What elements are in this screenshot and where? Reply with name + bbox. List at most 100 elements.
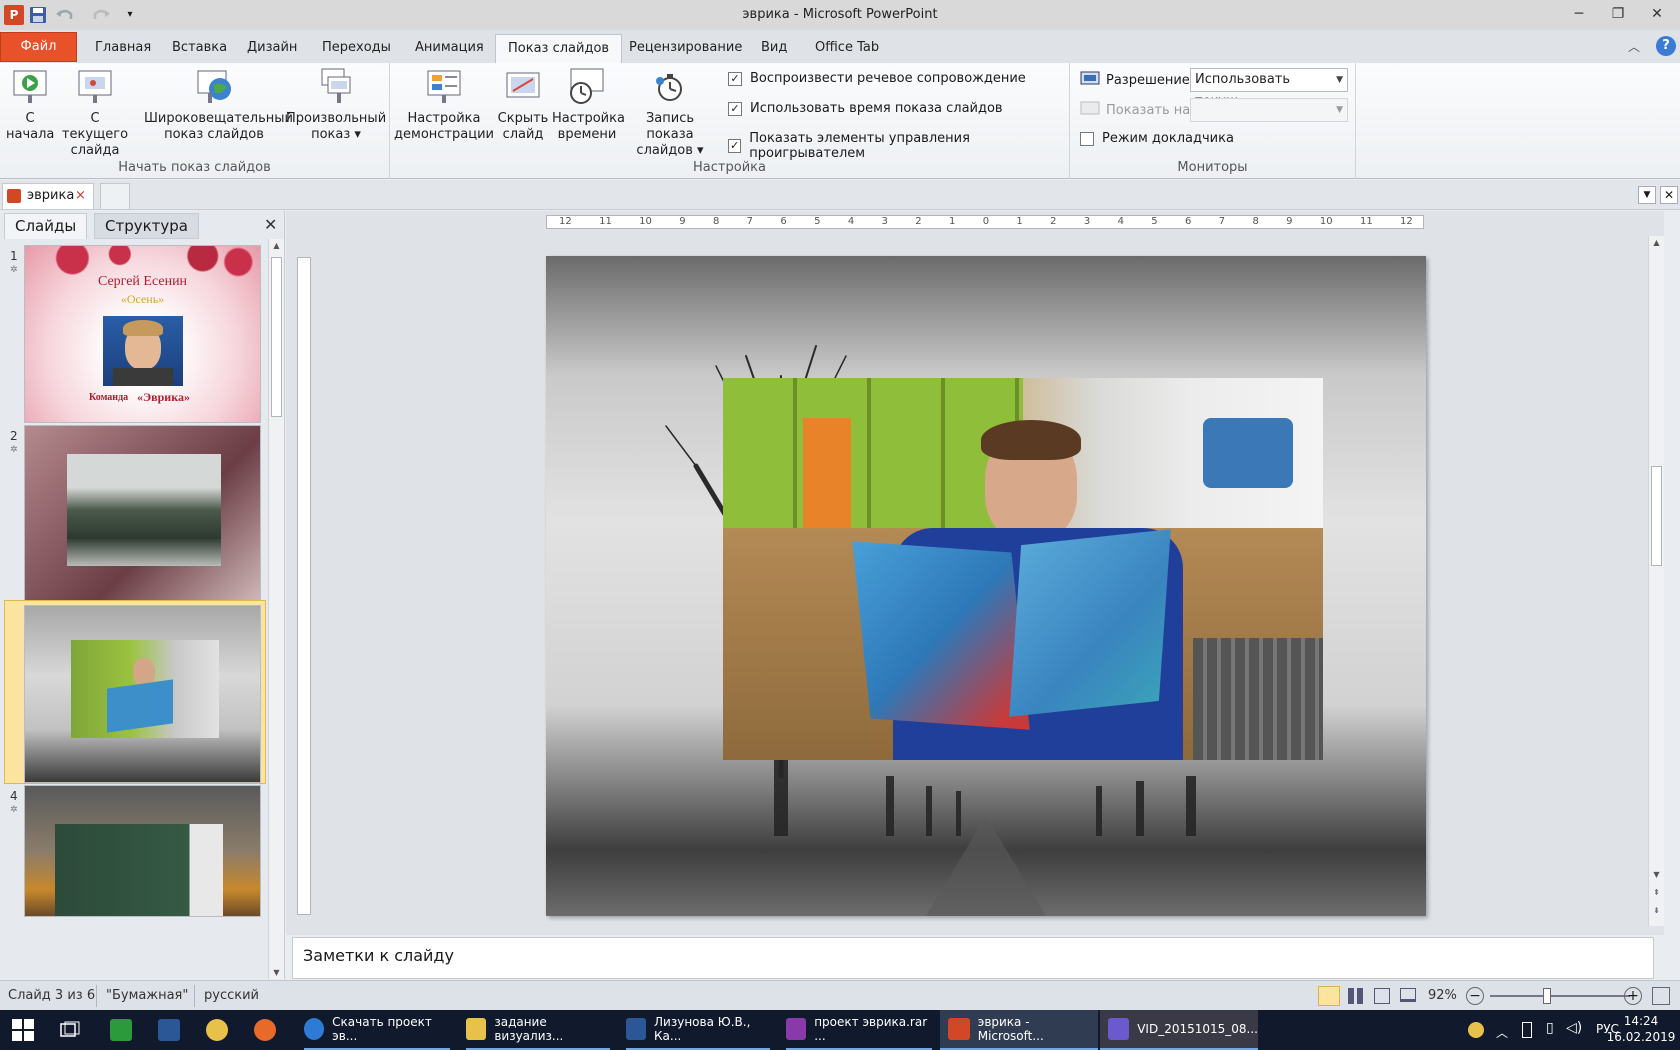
zoom-out-icon[interactable]: − (1466, 987, 1484, 1005)
current-slide[interactable] (546, 256, 1426, 916)
winrar-icon (786, 1018, 807, 1040)
help-icon[interactable]: ? (1656, 36, 1676, 56)
custom-slideshow-button[interactable]: Произвольный показ ▾ (286, 67, 386, 143)
tab-insert[interactable]: Вставка (160, 34, 239, 64)
tab-slide-show[interactable]: Показ слайдов (495, 34, 623, 65)
setup-slideshow-button[interactable]: Настройка демонстрации (394, 67, 494, 143)
rehearse-timings-button[interactable]: Настройка времени (552, 67, 625, 143)
scroll-thumb[interactable] (1651, 466, 1662, 566)
title-bar: P ▾ эврика - Microsoft PowerPoint ─ ❐ ✕ (0, 0, 1680, 30)
minimize-ribbon-icon[interactable]: ︿ (1628, 38, 1640, 55)
zoom-in-icon[interactable]: + (1624, 987, 1642, 1005)
chevron-down-icon: ▼ (1336, 105, 1343, 115)
tab-home[interactable]: Главная (83, 34, 163, 64)
zoom-level[interactable]: 92% (1428, 988, 1457, 1003)
browser-app-icon[interactable] (254, 1010, 284, 1050)
next-slide-icon[interactable]: ⇟ (1649, 906, 1664, 915)
slide-sorter-view-icon[interactable] (1348, 988, 1364, 1004)
taskbar-item-4[interactable]: проект эврика.rar ... (786, 1010, 932, 1050)
from-current-slide-button[interactable]: С текущего слайда (58, 67, 132, 159)
show-hidden-icons-icon[interactable]: ︿ (1496, 1024, 1508, 1041)
zoom-slider-thumb[interactable] (1543, 988, 1551, 1004)
tab-design[interactable]: Дизайн (235, 34, 309, 64)
fit-to-window-icon[interactable] (1652, 987, 1670, 1005)
slide-number: 2 (10, 429, 18, 443)
broadcast-slideshow-button[interactable]: Широковещательный показ слайдов (144, 67, 293, 143)
from-beginning-button[interactable]: С начала (6, 67, 54, 143)
normal-view-icon[interactable] (1318, 986, 1340, 1006)
new-tab-button[interactable] (100, 183, 130, 209)
reading-view-icon[interactable] (1374, 988, 1390, 1004)
taskbar-item-5[interactable]: эврика - Microsoft... (940, 1010, 1098, 1050)
scroll-down-icon[interactable]: ▼ (1649, 870, 1664, 879)
tab-transitions[interactable]: Переходы (310, 34, 403, 64)
close-doc-icon[interactable]: ✕ (1660, 186, 1678, 204)
previous-slide-icon[interactable]: ⇞ (1649, 888, 1664, 897)
volume-icon[interactable]: ◁) (1566, 1020, 1582, 1036)
notes-pane[interactable]: Заметки к слайду (292, 937, 1654, 979)
editor-scrollbar[interactable]: ▲ ▼ ⇞ ⇟ (1648, 236, 1664, 926)
slide1-team-label: Команда (89, 392, 129, 403)
record-slideshow-button[interactable]: Запись показа слайдов ▾ (622, 67, 718, 159)
tab-file[interactable]: Файл (0, 32, 77, 62)
scroll-thumb[interactable] (271, 257, 282, 417)
taskbar-item-2[interactable]: задание визуализ... (466, 1010, 610, 1050)
close-window-icon[interactable]: ✕ (1634, 0, 1680, 30)
slide-thumbnail-4[interactable] (24, 785, 261, 917)
taskbar-label: задание визуализ... (494, 1015, 564, 1043)
theme-name[interactable]: "Бумажная" (106, 988, 188, 1003)
tray-app-icon[interactable] (1468, 1022, 1484, 1038)
slide-thumbnail-3[interactable] (24, 605, 261, 783)
toy-boat (1203, 418, 1293, 488)
tab-outline[interactable]: Структура (94, 213, 199, 239)
radiator (1193, 638, 1323, 760)
from-current-label-1: С текущего (61, 111, 129, 142)
vertical-ruler[interactable] (297, 257, 311, 915)
tab-animations[interactable]: Анимация (403, 34, 496, 64)
show-on-select[interactable]: ▼ (1190, 98, 1348, 122)
network-icon[interactable]: ▯ (1546, 1020, 1554, 1036)
monitor-show-on-icon (1080, 101, 1100, 121)
play-narrations-checkbox[interactable]: ✓ Воспроизвести речевое сопровождение (728, 71, 1026, 86)
taskbar-item-1[interactable]: Скачать проект эв... (304, 1010, 450, 1050)
task-view-icon[interactable] (60, 1010, 90, 1050)
tab-office-tab[interactable]: Office Tab (803, 34, 891, 64)
taskbar-item-6[interactable]: VID_20151015_08... (1100, 1010, 1258, 1050)
torrent-app-icon[interactable] (110, 1010, 140, 1050)
language-indicator[interactable]: русский (204, 988, 259, 1003)
scroll-up-icon[interactable]: ▲ (1649, 238, 1664, 247)
show-media-controls-label: Показать элементы управления проигрывате… (749, 131, 970, 161)
slide-thumbnail-1[interactable]: Сергей Есенин «Осень» Команда «Эврика» (24, 245, 261, 423)
tab-slides[interactable]: Слайды (4, 213, 88, 239)
presenter-view-checkbox[interactable]: Режим докладчика (1080, 131, 1234, 146)
ruler-tick-label: 1 (1016, 216, 1023, 227)
windows-taskbar: Скачать проект эв... задание визуализ...… (0, 1010, 1680, 1050)
use-timings-checkbox[interactable]: ✓ Использовать время показа слайдов (728, 101, 1003, 116)
tab-list-dropdown-icon[interactable]: ▼ (1638, 186, 1656, 204)
taskbar-item-3[interactable]: Лизунова Ю.В., Ка... (626, 1010, 770, 1050)
tab-view[interactable]: Вид (749, 34, 799, 64)
resolution-select[interactable]: Использовать текущ... ▼ (1190, 68, 1348, 109)
close-tab-icon[interactable]: × (75, 184, 86, 208)
hide-slide-button[interactable]: Скрыть слайд (494, 67, 552, 143)
plus-app-icon[interactable] (206, 1010, 236, 1050)
transition-star-icon: ✲ (10, 805, 18, 815)
transition-star-icon: ✲ (10, 265, 18, 275)
document-tab[interactable]: эврика × (2, 183, 94, 209)
start-button[interactable] (12, 1010, 44, 1050)
clock[interactable]: 14:24 16.02.2019 (1606, 1013, 1676, 1045)
save-disk-app-icon[interactable] (158, 1010, 188, 1050)
tab-review[interactable]: Рецензирование (617, 34, 754, 64)
horizontal-ruler[interactable]: 12 11 10 9 8 7 6 5 4 3 2 1 0 1 2 3 4 5 6 7 8 9 10 11 12 (546, 215, 1424, 229)
hide-slide-label-1: Скрыть (497, 111, 549, 126)
slides-panel-scrollbar[interactable]: ▲ ▼ (268, 239, 284, 979)
slideshow-view-icon[interactable] (1400, 988, 1416, 1002)
zoom-slider[interactable] (1490, 995, 1630, 997)
word-icon (626, 1018, 647, 1040)
close-panel-icon[interactable]: ✕ (264, 215, 277, 234)
slide-thumbnail-2[interactable] (24, 425, 261, 603)
show-media-controls-checkbox[interactable]: ✓ Показать элементы управления проигрыва… (728, 131, 1069, 161)
scroll-up-icon[interactable]: ▲ (269, 241, 284, 250)
battery-icon[interactable] (1522, 1022, 1532, 1038)
scroll-down-icon[interactable]: ▼ (269, 968, 284, 977)
